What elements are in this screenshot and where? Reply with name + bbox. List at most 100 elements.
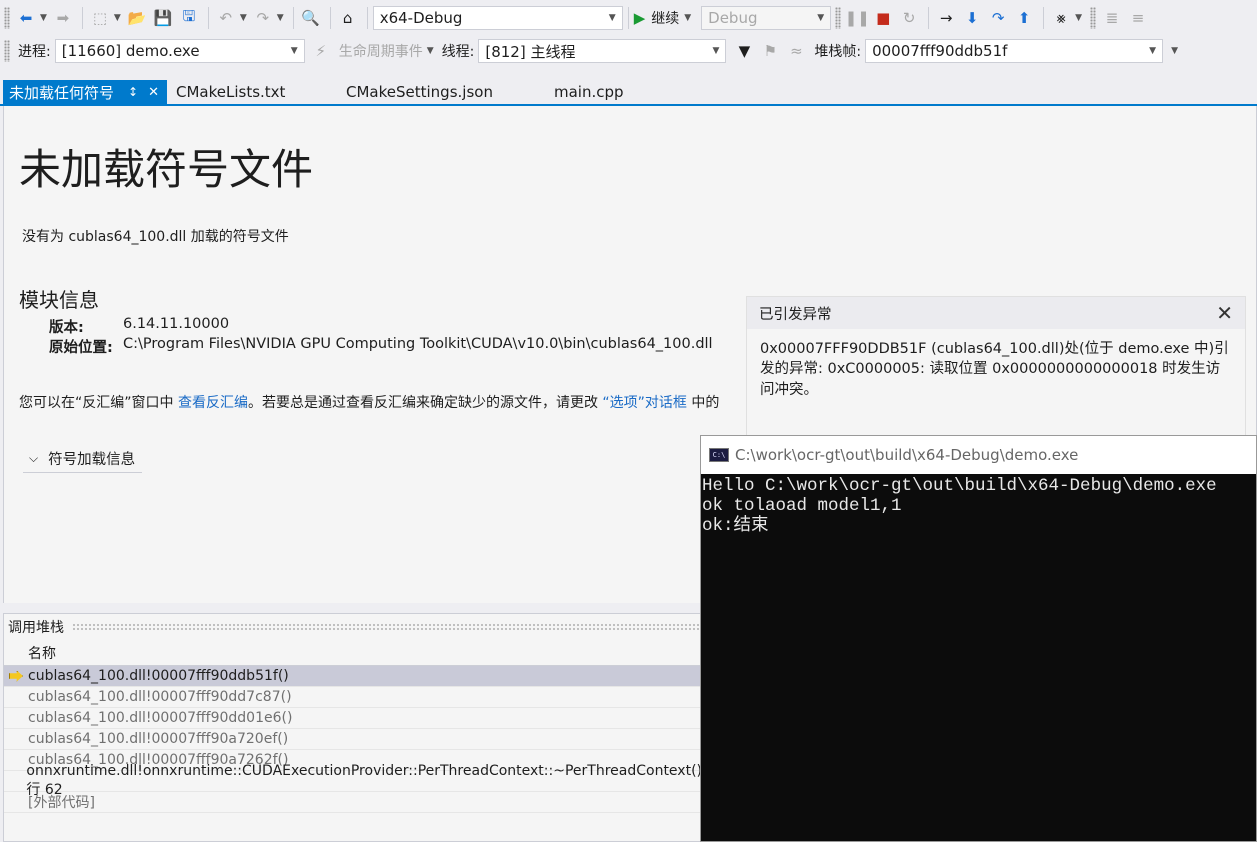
platform-dropdown[interactable]: Debug ▼ [701, 6, 832, 30]
configuration-dropdown[interactable]: x64-Debug ▼ [372, 6, 623, 30]
process-value: [11660] demo.exe [61, 42, 200, 60]
chevron-down-icon: ▼ [290, 46, 298, 56]
chevron-down-icon[interactable]: ▼ [114, 13, 121, 23]
step-over-icon[interactable]: ↷ [986, 6, 1010, 30]
process-label: 进程: [18, 44, 51, 60]
hex-display-icon[interactable]: ⨳ [1049, 6, 1073, 30]
chevron-down-icon: ▼ [712, 46, 720, 56]
thread-value: [812] 主线程 [485, 42, 576, 61]
exception-header: 已引发异常 ✕ [747, 297, 1245, 329]
lifecycle-events-icon[interactable]: ⚡ [309, 39, 333, 63]
process-dropdown[interactable]: [11660] demo.exe ▼ [54, 39, 305, 63]
tab-cmakelists[interactable]: CMakeLists.txt [170, 80, 291, 104]
uncomment-icon[interactable]: ≡ [1126, 6, 1150, 30]
toolbar-grip[interactable] [4, 40, 10, 62]
panel-grip[interactable] [72, 623, 702, 631]
toolbar-divider [81, 7, 83, 29]
debug-toolbar: ⬅ ▼ ➡ ⬚ ▼ 📂 💾 🖫 ↶ ▼ ↷ ▼ 🔍 ⌂ x64-Debug ▼ … [0, 0, 1257, 36]
thread-dropdown[interactable]: [812] 主线程 ▼ [478, 39, 727, 63]
console-window[interactable]: C:\ C:\work\ocr-gt\out\build\x64-Debug\d… [700, 435, 1257, 842]
chevron-down-icon[interactable]: ▼ [40, 13, 47, 23]
symbols-description: 没有为 cublas64_100.dll 加载的符号文件 [22, 229, 289, 245]
platform-value: Debug [708, 9, 758, 27]
comment-icon[interactable]: ≣ [1100, 6, 1124, 30]
chevron-down-icon: ▼ [608, 13, 616, 23]
home-window-icon[interactable]: ⌂ [336, 6, 360, 30]
tab-no-symbols[interactable]: 未加载任何符号 ↕ ✕ [3, 80, 167, 104]
save-icon[interactable]: 💾 [151, 6, 175, 30]
close-icon[interactable]: ✕ [148, 85, 159, 100]
open-folder-icon[interactable]: 📂 [125, 6, 149, 30]
arrow-right-icon [9, 670, 23, 682]
call-stack-panel: 调用堆栈 名称 cublas64_100.dll!00007fff90ddb51… [3, 613, 703, 842]
column-header-name[interactable]: 名称 [4, 640, 702, 666]
frame-name: cublas64_100.dll!00007fff90a720ef() [28, 731, 289, 747]
new-project-icon[interactable]: ⬚ [88, 6, 112, 30]
show-next-statement-icon[interactable]: → [934, 6, 958, 30]
close-icon[interactable]: ✕ [1216, 301, 1233, 325]
pin-icon[interactable]: ↕ [128, 85, 138, 99]
version-row: 版本: 6.14.11.10000 [49, 316, 229, 337]
continue-button[interactable]: ▶ 继续 ▼ [634, 8, 695, 28]
step-out-icon[interactable]: ⬆ [1012, 6, 1036, 30]
tab-label: CMakeLists.txt [176, 83, 286, 101]
tab-label: 未加载任何符号 [9, 83, 115, 102]
flag-threads-icon[interactable]: ⚑ [758, 39, 782, 63]
tab-label: main.cpp [554, 83, 624, 101]
stop-icon[interactable]: ■ [871, 6, 895, 30]
undo-icon[interactable]: ↶ [214, 6, 238, 30]
symbol-load-info-expander[interactable]: ⌵ 符号加载信息 [23, 444, 142, 473]
chevron-down-icon: ▼ [1149, 46, 1157, 56]
frame-name: cublas64_100.dll!00007fff90dd01e6() [28, 710, 293, 726]
tab-main-cpp[interactable]: main.cpp [548, 80, 630, 104]
column-header-label: 名称 [28, 645, 56, 662]
version-key: 版本: [49, 320, 84, 336]
console-app-icon: C:\ [709, 448, 729, 462]
table-row[interactable]: cublas64_100.dll!00007fff90ddb51f() [4, 666, 702, 687]
stackframe-label: 堆栈帧: [814, 44, 862, 60]
chevron-down-icon: ⌵ [29, 450, 39, 465]
table-row[interactable]: [外部代码] [4, 792, 702, 813]
save-all-icon[interactable]: 🖫 [177, 6, 201, 30]
navigate-back-icon[interactable]: ⬅ [14, 6, 38, 30]
show-flagged-icon[interactable]: ≈ [784, 39, 808, 63]
chevron-down-icon[interactable]: ▼ [277, 13, 284, 23]
pause-icon[interactable]: ❚❚ [845, 6, 870, 30]
toolbar-divider [366, 7, 368, 29]
table-row[interactable]: onnxruntime.dll!onnxruntime::CUDAExecuti… [4, 763, 702, 798]
chevron-down-icon[interactable]: ▼ [240, 13, 247, 23]
view-disassembly-link[interactable]: 查看反汇编 [178, 395, 248, 411]
step-into-icon[interactable]: ⬇ [960, 6, 984, 30]
restart-icon[interactable]: ↻ [897, 6, 921, 30]
console-output[interactable]: Hello C:\work\ocr-gt\out\build\x64-Debug… [701, 474, 1256, 536]
toolbar-grip[interactable] [1090, 7, 1097, 29]
table-row[interactable]: cublas64_100.dll!00007fff90dd01e6() [4, 708, 702, 729]
console-title-bar[interactable]: C:\ C:\work\ocr-gt\out\build\x64-Debug\d… [701, 436, 1256, 474]
lifecycle-events-button[interactable]: 生命周期事件 [339, 41, 423, 61]
toolbar-overflow-icon[interactable]: ▼ [1171, 46, 1178, 56]
toolbar-divider [627, 7, 629, 29]
chevron-down-icon[interactable]: ▼ [427, 46, 434, 56]
toolbar-grip[interactable] [835, 7, 842, 29]
symbol-load-info-label: 符号加载信息 [48, 451, 136, 468]
console-title: C:\work\ocr-gt\out\build\x64-Debug\demo.… [735, 446, 1079, 464]
toolbar-divider [329, 7, 331, 29]
redo-icon[interactable]: ↷ [251, 6, 275, 30]
location-row: 原始位置: C:\Program Files\NVIDIA GPU Comput… [49, 336, 713, 357]
tab-cmakesettings[interactable]: CMakeSettings.json [340, 80, 499, 104]
toolbar-grip[interactable] [4, 7, 10, 29]
toolbar-divider [207, 7, 209, 29]
navigate-forward-icon[interactable]: ➡ [51, 6, 75, 30]
disassembly-hint: 您可以在“反汇编”窗口中 查看反汇编。若要总是通过查看反汇编来确定缺少的源文件，… [19, 392, 719, 412]
call-stack-title-bar[interactable]: 调用堆栈 [4, 614, 702, 640]
console-line: ok tolaoad model1,1 [702, 496, 902, 516]
chevron-down-icon[interactable]: ▼ [1075, 13, 1082, 23]
table-row[interactable]: cublas64_100.dll!00007fff90a720ef() [4, 729, 702, 750]
table-row[interactable]: cublas64_100.dll!00007fff90dd7c87() [4, 687, 702, 708]
find-in-files-icon[interactable]: 🔍 [299, 6, 323, 30]
toolbar-divider [1043, 7, 1045, 29]
stackframe-dropdown[interactable]: 00007fff90ddb51f ▼ [865, 39, 1164, 63]
filter-icon[interactable]: ▼ [732, 39, 756, 63]
exception-message: 0x00007FFF90DDB51F (cublas64_100.dll)处(位… [760, 341, 1229, 398]
options-dialog-link[interactable]: “选项”对话框 [602, 395, 687, 411]
